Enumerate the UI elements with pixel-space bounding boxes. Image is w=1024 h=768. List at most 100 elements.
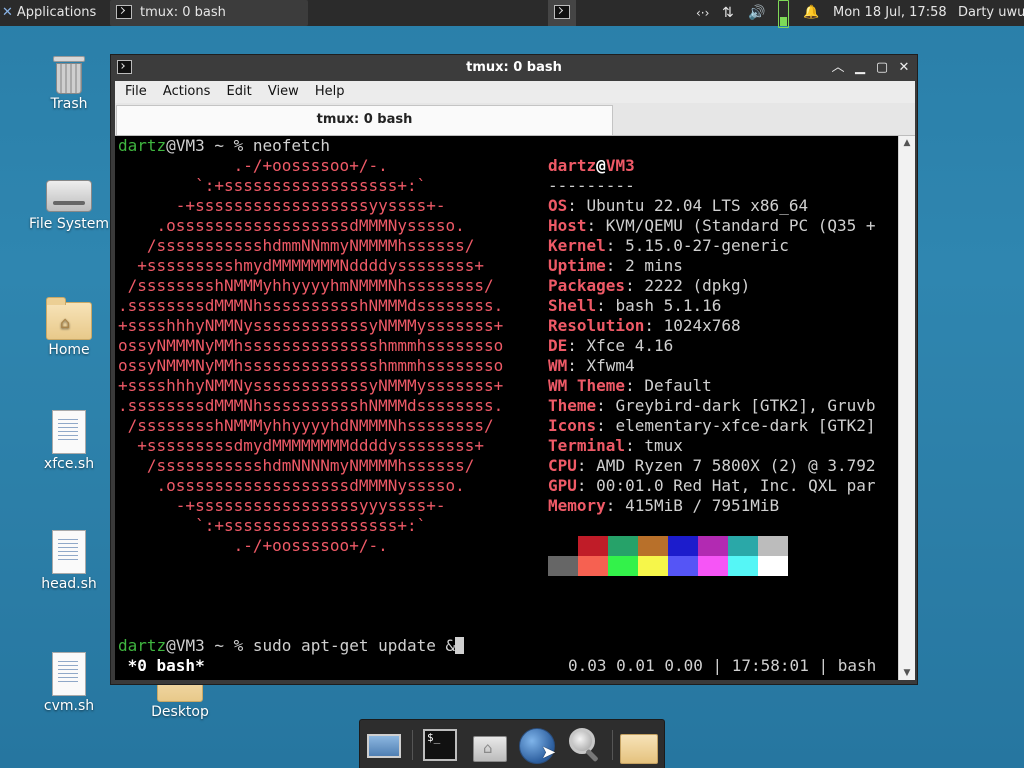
- desktop-icon-home[interactable]: ⌂ Home: [24, 297, 114, 358]
- menu-view[interactable]: View: [258, 81, 299, 103]
- dock-file-manager-launcher[interactable]: [470, 726, 508, 764]
- desktop-icon-trash[interactable]: Trash: [24, 54, 114, 112]
- desktop-icon-label: Trash: [50, 96, 88, 112]
- color-swatch: [578, 536, 608, 556]
- shade-button[interactable]: ︿: [827, 55, 849, 81]
- info-row-terminal: Terminal: tmux: [548, 436, 683, 455]
- window-title: tmux: 0 bash: [466, 60, 562, 75]
- menu-help[interactable]: Help: [305, 81, 345, 103]
- info-row-cpu: CPU: AMD Ryzen 7 5800X (2) @ 3.792: [548, 456, 876, 475]
- info-row-shell: Shell: bash 5.1.16: [548, 296, 722, 315]
- command-text: neofetch: [252, 136, 330, 155]
- window-titlebar[interactable]: tmux: 0 bash ︿ ▁ ▢ ✕: [111, 55, 917, 81]
- color-swatch: [728, 536, 758, 556]
- info-row-memory: Memory: 415MiB / 7951MiB: [548, 496, 780, 515]
- color-swatch: [668, 556, 698, 576]
- ascii-art-line: -+sssssssssssssssssyyyssss+-: [118, 496, 446, 515]
- terminal-scrollbar[interactable]: ▲ ▼: [898, 136, 915, 680]
- applications-menu-button[interactable]: ✕ Applications: [0, 0, 110, 26]
- info-row-gpu: GPU: 00:01.0 Red Hat, Inc. QXL par: [548, 476, 876, 495]
- color-swatch: [548, 536, 578, 556]
- dock-terminal-launcher[interactable]: $_: [421, 726, 459, 764]
- desktop-icon-label: Home: [48, 342, 90, 358]
- dock-app-finder-launcher[interactable]: [565, 726, 603, 764]
- ascii-art-line: +sssshhhyNMMNyssssssssssssyNMMMysssssss+: [118, 316, 504, 335]
- network-activity-icon[interactable]: ⇅: [722, 0, 734, 26]
- xfce-logo-icon: ✕: [2, 5, 13, 20]
- battery-icon[interactable]: [778, 0, 789, 28]
- show-desktop-icon: [367, 734, 401, 758]
- color-swatch: [698, 556, 728, 576]
- dock-folder-launcher[interactable]: [618, 726, 658, 764]
- menu-file[interactable]: File: [115, 81, 147, 103]
- ascii-art-line: ossyNMMMNyMMhsssssssssssssshmmmhssssssso: [118, 356, 504, 375]
- terminal-icon: $_: [423, 729, 457, 761]
- terminal-icon: [116, 4, 132, 19]
- color-swatch: [638, 536, 668, 556]
- info-row-host: Host: KVM/QEMU (Standard PC (Q35 +: [548, 216, 876, 235]
- command-text: sudo apt-get update &: [252, 636, 456, 655]
- volume-icon[interactable]: 🔊: [748, 0, 765, 26]
- applications-label: Applications: [16, 5, 97, 20]
- desktop-icon-xfce-sh[interactable]: xfce.sh: [24, 410, 114, 472]
- notification-bell-icon[interactable]: 🔔: [803, 0, 819, 26]
- menu-actions[interactable]: Actions: [153, 81, 211, 103]
- desktop-icon-label: Desktop: [151, 704, 209, 720]
- color-palette-row-bright: [548, 556, 788, 576]
- taskbar-item-terminal[interactable]: tmux: 0 bash: [110, 0, 308, 26]
- ascii-art-line: +sssssssssdmydMMMMMMMMddddyssssssss+: [118, 436, 485, 455]
- tab-bar: tmux: 0 bash: [115, 103, 915, 136]
- scroll-down-arrow-icon[interactable]: ▼: [899, 668, 915, 678]
- color-swatch: [698, 536, 728, 556]
- desktop-icon-file-system[interactable]: File System: [24, 174, 114, 232]
- ascii-art-line: .ossssssssssssssssssdMMMNysssso.: [118, 476, 465, 495]
- ascii-art-line: .ossssssssssssssssssdMMMNysssso.: [118, 216, 465, 235]
- ascii-art-line: +ssssssssshmydMMMMMMMNddddyssssssss+: [118, 256, 485, 275]
- tab-tmux-bash[interactable]: tmux: 0 bash: [116, 105, 613, 135]
- top-panel: ✕ Applications tmux: 0 bash ‹·› ⇅ 🔊 🔔 Mon…: [0, 0, 1024, 28]
- network-icon[interactable]: ‹·›: [696, 0, 709, 26]
- info-separator: ---------: [548, 176, 635, 195]
- color-swatch: [578, 556, 608, 576]
- script-file-icon: [52, 530, 86, 574]
- color-swatch: [548, 556, 578, 576]
- menu-edit[interactable]: Edit: [217, 81, 252, 103]
- terminal-content[interactable]: dartz@VM3 ~ % neofetch .-/+oossssoo+/-. …: [115, 136, 898, 680]
- color-swatch: [608, 556, 638, 576]
- user-menu[interactable]: Darty uwu: [958, 0, 1024, 26]
- info-row-de: DE: Xfce 4.16: [548, 336, 674, 355]
- scroll-up-arrow-icon[interactable]: ▲: [899, 138, 915, 148]
- desktop-icon-label: File System: [28, 216, 110, 232]
- color-swatch: [728, 556, 758, 576]
- desktop-icon-label: xfce.sh: [43, 456, 95, 472]
- panel-clock[interactable]: Mon 18 Jul, 17:58: [833, 0, 947, 26]
- info-row-theme: Theme: Greybird-dark [GTK2], Gruvb: [548, 396, 876, 415]
- maximize-button[interactable]: ▢: [871, 55, 893, 81]
- color-swatch: [668, 536, 698, 556]
- color-swatch: [758, 556, 788, 576]
- hard-drive-icon: [46, 180, 92, 212]
- desktop-icon-head-sh[interactable]: head.sh: [24, 530, 114, 592]
- ascii-art-line: /sssssssshNMMMyhhyyyyhdNMMMNhssssssss/: [118, 416, 494, 435]
- ascii-art-line: ossyNMMMNyMMhsssssssssssssshmmmhssssssso: [118, 336, 504, 355]
- show-desktop-button[interactable]: [365, 726, 403, 764]
- text-cursor: [455, 637, 465, 654]
- dock-web-browser-launcher[interactable]: ➤: [517, 726, 557, 764]
- ascii-art-line: .-/+oossssoo+/-.: [118, 156, 388, 175]
- taskbar-item-label: tmux: 0 bash: [140, 5, 226, 20]
- info-row-wm: WM: Xfwm4: [548, 356, 635, 375]
- info-row-uptime: Uptime: 2 mins: [548, 256, 683, 275]
- desktop-icon-label: head.sh: [41, 576, 97, 592]
- prompt-line: dartz@VM3 ~ % neofetch: [118, 136, 330, 155]
- bottom-dock: $_ ➤: [359, 719, 665, 768]
- folder-icon: [620, 734, 658, 764]
- tray-terminal-button[interactable]: [548, 0, 576, 26]
- info-row-wm-theme: WM Theme: Default: [548, 376, 712, 395]
- minimize-button[interactable]: ▁: [849, 55, 871, 81]
- mouse-pointer-icon: ➤: [541, 742, 557, 763]
- color-palette-row-normal: [548, 536, 788, 556]
- close-button[interactable]: ✕: [893, 55, 915, 81]
- terminal-window: tmux: 0 bash ︿ ▁ ▢ ✕ File Actions Edit V…: [110, 54, 918, 685]
- desktop-icon-cvm-sh[interactable]: cvm.sh: [24, 652, 114, 714]
- info-row-packages: Packages: 2222 (dpkg): [548, 276, 751, 295]
